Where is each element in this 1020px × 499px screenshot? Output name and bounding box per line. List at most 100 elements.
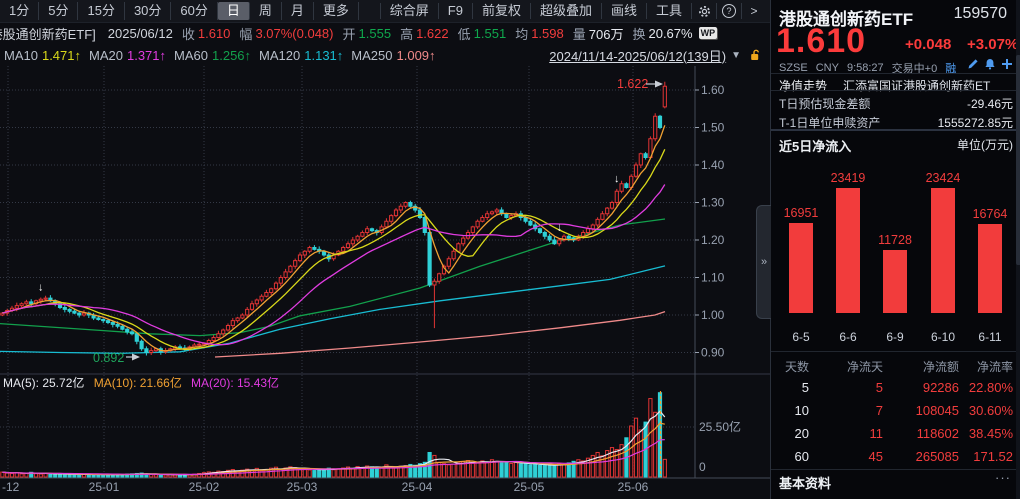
candle-body — [212, 338, 215, 341]
volume-bar — [20, 474, 23, 477]
period-tab-30分[interactable]: 30分 — [125, 2, 171, 20]
candle-body — [663, 86, 666, 107]
chart-label: ↓ — [556, 222, 562, 234]
candle-body — [222, 330, 225, 334]
panel-scrollbar[interactable] — [1016, 0, 1020, 499]
quote-field-label: 高 — [400, 24, 413, 43]
period-toolbar: 1分5分15分30分60分日周月更多 综合屏F9前复权超级叠加画线工具 ? > — [0, 0, 770, 23]
flow-bar-date: 6-6 — [824, 330, 872, 344]
tool-button-前复权[interactable]: 前复权 — [472, 3, 530, 19]
volume-bar — [558, 464, 561, 477]
candle-body — [625, 184, 628, 188]
help-icon[interactable]: ? — [716, 3, 741, 19]
candle-body — [399, 206, 402, 210]
period-tab-15分[interactable]: 15分 — [78, 2, 124, 20]
tool-button-工具[interactable]: 工具 — [646, 3, 691, 19]
period-tab-5分[interactable]: 5分 — [39, 2, 78, 20]
tool-buttons: 综合屏F9前复权超级叠加画线工具 — [380, 3, 691, 19]
ma-legend-value: 1.256↑ — [212, 48, 251, 63]
period-tab-更多[interactable]: 更多 — [314, 2, 359, 20]
candle-body — [471, 227, 474, 233]
candle-body — [505, 214, 508, 218]
tool-button-综合屏[interactable]: 综合屏 — [380, 3, 438, 19]
candle-body — [236, 318, 239, 321]
candle-body — [639, 154, 642, 165]
flow-bar-date: 6-11 — [966, 330, 1014, 344]
candle-body — [279, 278, 282, 284]
candle-body — [284, 272, 287, 278]
volume-bar — [174, 475, 177, 477]
candle-body — [356, 236, 359, 240]
chart-label: 1.30 — [701, 196, 725, 210]
table-cell: 7 — [829, 403, 883, 418]
chart-label: 25-04 — [402, 480, 433, 494]
candle-body — [270, 289, 273, 293]
chart-label: 1.50 — [701, 121, 725, 135]
table-row[interactable]: 6045265085171.52 — [771, 449, 1020, 469]
nav-trend-label[interactable]: 净值走势 — [779, 77, 827, 94]
candle-body — [78, 313, 81, 315]
candle-body — [490, 212, 493, 214]
period-tab-日[interactable]: 日 — [218, 2, 250, 20]
alert-bell-icon[interactable] — [984, 58, 996, 70]
panel-collapse-tab[interactable]: » — [756, 205, 771, 319]
tool-button-F9[interactable]: F9 — [438, 3, 472, 19]
candle-body — [145, 349, 148, 353]
volume-bar — [562, 465, 565, 477]
unlock-icon[interactable] — [749, 49, 762, 62]
chart-label: -12 — [2, 480, 20, 494]
volume-bar — [639, 430, 642, 477]
add-plus-icon[interactable] — [1001, 58, 1013, 70]
chart-label: 0.90 — [701, 346, 725, 360]
ma-legend-label: MA250 — [351, 48, 392, 63]
stock-app-window: 1分5分15分30分60分日周月更多 综合屏F9前复权超级叠加画线工具 ? > … — [0, 0, 1020, 499]
more-ellipsis-icon[interactable]: ··· — [995, 470, 1011, 485]
candle-body — [25, 302, 28, 304]
candle-body — [548, 236, 551, 240]
table-row[interactable]: 10710804530.60% — [771, 403, 1020, 423]
period-tab-月[interactable]: 月 — [282, 2, 314, 20]
kline-chart[interactable]: ↓↓↓1.6220.892MA(5): 25.72亿MA(10): 21.66亿… — [0, 66, 770, 499]
edit-pencil-icon[interactable] — [967, 58, 979, 70]
candle-body — [596, 219, 599, 225]
candle-body — [289, 266, 292, 272]
table-header-cell: 天数 — [779, 358, 809, 375]
period-tab-60分[interactable]: 60分 — [171, 2, 217, 20]
table-row[interactable]: 201111860238.45% — [771, 426, 1020, 446]
period-tab-1分[interactable]: 1分 — [0, 2, 39, 20]
ma-legend-label: MA20 — [89, 48, 123, 63]
candle-body — [447, 259, 450, 267]
volume-bar — [658, 393, 661, 477]
candle-body — [462, 238, 465, 244]
candle-body — [529, 221, 532, 225]
period-tab-周[interactable]: 周 — [250, 2, 282, 20]
chevron-down-icon[interactable]: ▼ — [731, 50, 741, 61]
table-cell: 45 — [829, 449, 883, 464]
candle-body — [418, 210, 421, 218]
candle-body — [255, 300, 258, 304]
toolbar-expand-chevron-icon[interactable]: > — [741, 3, 766, 19]
candle-body — [606, 208, 609, 214]
candle-body — [404, 203, 407, 207]
volume-bar — [447, 465, 450, 477]
table-cell: 5 — [829, 380, 883, 395]
candle-body — [135, 334, 138, 342]
tool-button-超级叠加[interactable]: 超级叠加 — [530, 3, 601, 19]
volume-bar — [10, 473, 13, 477]
wp-badge[interactable]: WP — [699, 27, 718, 39]
basic-info-title[interactable]: 基本资料 — [779, 473, 831, 492]
volume-bar — [495, 461, 498, 477]
volume-bar — [337, 469, 340, 477]
volume-bar — [351, 468, 354, 477]
table-row[interactable]: 559228622.80% — [771, 380, 1020, 400]
scrollbar-thumb[interactable] — [1016, 55, 1020, 265]
flow-bar-date: 6-10 — [919, 330, 967, 344]
date-range-control[interactable]: 2024/11/14-2025/06/12(139日) ▼ — [549, 46, 770, 65]
candle-body — [106, 321, 109, 323]
settings-gear-icon[interactable] — [691, 3, 716, 19]
candle-body — [634, 165, 637, 176]
date-range-label[interactable]: 2024/11/14-2025/06/12(139日) — [549, 46, 726, 65]
candle-body — [260, 296, 263, 300]
tool-button-画线[interactable]: 画线 — [601, 3, 646, 19]
volume-bar — [39, 474, 42, 477]
